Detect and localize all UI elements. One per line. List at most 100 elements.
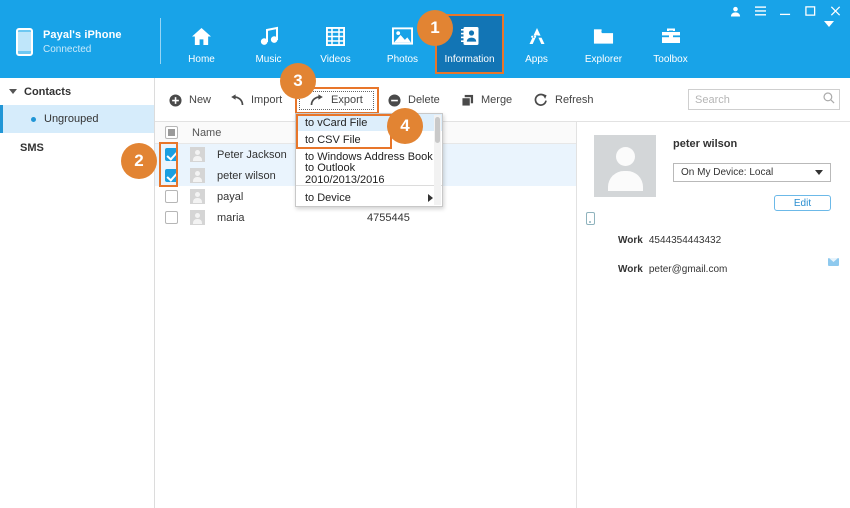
avatar [190, 210, 205, 225]
row-checkbox[interactable] [165, 148, 178, 161]
nav-item-videos[interactable]: Videos [302, 16, 369, 72]
photo-icon [392, 23, 413, 49]
music-icon [259, 23, 279, 49]
menu-icon[interactable] [753, 4, 767, 18]
sidebar: Contacts Ungrouped SMS [0, 78, 155, 508]
minimize-button[interactable] [778, 4, 792, 18]
action-toolbar: New Import Export Delete Merge Refresh S… [155, 78, 850, 122]
contact-field-email: Work peter@gmail.com [618, 264, 727, 275]
email-icon[interactable] [828, 258, 839, 266]
search-box[interactable] [688, 89, 840, 110]
column-header-name: Name [192, 126, 222, 139]
folder-icon [593, 23, 614, 49]
search-icon [823, 91, 835, 109]
avatar [190, 147, 205, 162]
select-all-checkbox[interactable] [165, 126, 178, 139]
merge-button[interactable]: Merge [460, 90, 512, 110]
device-info: Payal's iPhone Connected [43, 29, 122, 55]
chevron-right-icon [428, 193, 433, 202]
delete-button[interactable]: Delete [387, 90, 440, 110]
row-checkbox[interactable] [165, 169, 178, 182]
edit-label: Edit [793, 197, 812, 209]
scrollbar-thumb[interactable] [435, 117, 440, 143]
app-window: Payal's iPhone Connected Home Music Vide… [0, 0, 850, 508]
device-selector[interactable]: Payal's iPhone Connected [0, 18, 160, 66]
account-icon[interactable] [728, 4, 742, 18]
contact-phone: 4755445 [367, 211, 410, 224]
plus-circle-icon [168, 93, 182, 107]
menu-item-label: to Outlook 2010/2013/2016 [305, 161, 385, 186]
avatar [594, 135, 656, 197]
badge-number: 4 [400, 116, 410, 135]
new-label: New [189, 94, 212, 106]
nav-item-toolbox[interactable]: Toolbox [637, 16, 704, 72]
delete-label: Delete [408, 94, 440, 106]
menu-scrollbar[interactable] [434, 115, 441, 205]
import-button[interactable]: Import [230, 90, 282, 110]
device-dropdown-caret[interactable] [824, 21, 834, 27]
account-select[interactable]: On My Device: Local [673, 163, 831, 182]
nav-label: Explorer [584, 54, 623, 65]
chevron-down-icon [815, 170, 823, 175]
sidebar-group-contacts[interactable]: Contacts [0, 78, 154, 105]
nav-label: Photos [386, 54, 419, 65]
step-badge-1: 1 [417, 10, 453, 46]
field-value: 4544354443432 [648, 235, 722, 246]
contact-field-phone: Work 4544354443432 [618, 235, 721, 246]
nav-item-home[interactable]: Home [168, 16, 235, 72]
search-input[interactable] [695, 93, 823, 106]
edit-button[interactable]: Edit [774, 195, 831, 211]
minus-circle-icon [387, 93, 401, 107]
contact-detail-name: peter wilson [673, 138, 738, 150]
step-badge-3: 3 [280, 63, 316, 99]
nav-item-explorer[interactable]: Explorer [570, 16, 637, 72]
menu-item-label: to CSV File [305, 133, 361, 146]
nav-label: Videos [320, 54, 351, 65]
merge-label: Merge [481, 94, 513, 106]
badge-number: 3 [293, 71, 303, 90]
export-arrow-icon [310, 93, 324, 107]
iphone-icon [16, 28, 33, 56]
sidebar-item-ungrouped[interactable]: Ungrouped [0, 105, 154, 133]
video-icon [326, 23, 345, 49]
nav-label: Information [444, 54, 495, 65]
field-label: Work [618, 235, 643, 246]
nav-item-apps[interactable]: Apps [503, 16, 570, 72]
nav-label: Apps [525, 54, 548, 65]
nav-label: Toolbox [653, 54, 688, 65]
import-arrow-icon [230, 93, 244, 107]
toolbox-icon [661, 23, 681, 49]
menu-item-to-device[interactable]: to Device [296, 189, 442, 206]
avatar [190, 189, 205, 204]
row-checkbox[interactable] [165, 211, 178, 224]
device-source-icon [586, 212, 595, 225]
table-row[interactable]: maria 4755445 [155, 207, 576, 228]
nav-label: Home [188, 54, 215, 65]
export-button[interactable]: Export [310, 90, 363, 110]
window-controls [728, 3, 842, 19]
menu-item-outlook[interactable]: to Outlook 2010/2013/2016 [296, 162, 442, 186]
chevron-down-icon [9, 89, 17, 94]
row-checkbox[interactable] [165, 190, 178, 203]
avatar [190, 168, 205, 183]
refresh-button[interactable]: Refresh [534, 90, 594, 110]
contact-detail-panel: peter wilson On My Device: Local Edit Wo… [578, 122, 850, 508]
import-label: Import [251, 94, 283, 106]
merge-icon [460, 93, 474, 107]
step-badge-4: 4 [387, 108, 423, 144]
apps-icon [527, 23, 547, 49]
menu-item-label: to vCard File [305, 116, 368, 129]
new-button[interactable]: New [168, 90, 211, 110]
account-select-value: On My Device: Local [681, 167, 774, 178]
device-status: Connected [43, 44, 92, 55]
field-value: peter@gmail.com [648, 264, 728, 275]
close-button[interactable] [828, 4, 842, 18]
maximize-button[interactable] [803, 4, 817, 18]
sidebar-item-label: SMS [20, 142, 44, 154]
export-label: Export [331, 94, 363, 106]
contacts-icon [460, 23, 480, 49]
bullet-icon [31, 116, 36, 122]
home-icon [191, 23, 212, 49]
menu-item-label: to Device [305, 191, 351, 204]
contact-name: maria [217, 211, 245, 224]
